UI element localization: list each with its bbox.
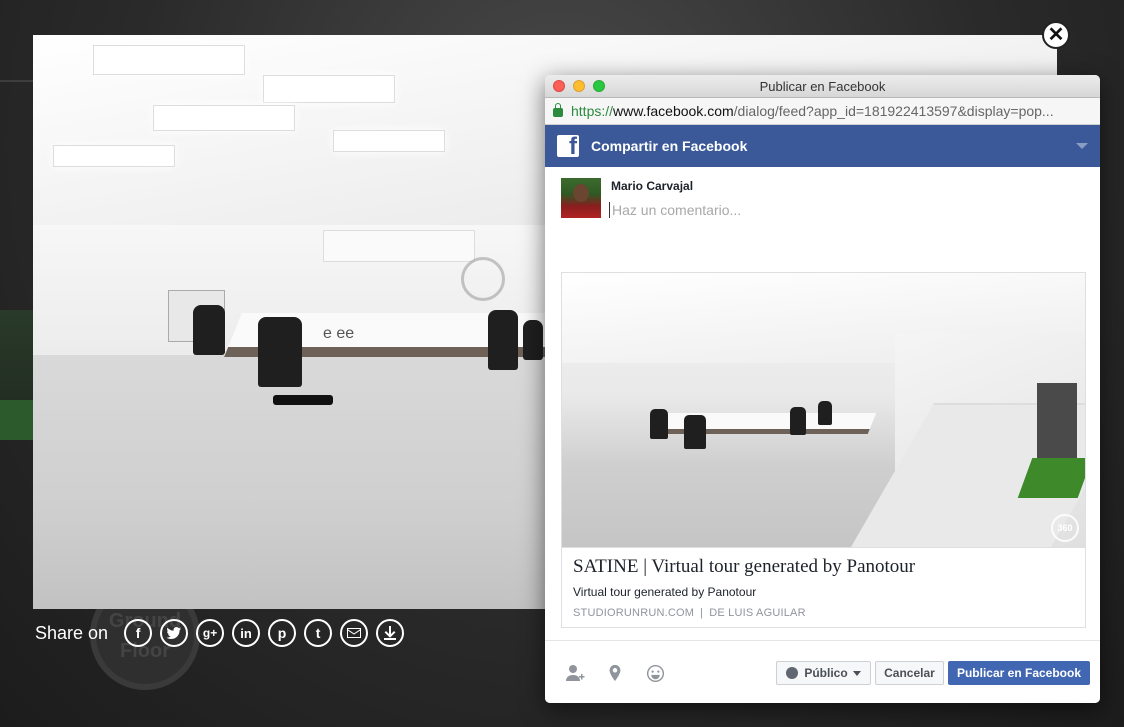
preview-description: Virtual tour generated by Panotour xyxy=(573,585,757,599)
chevron-down-icon[interactable] xyxy=(1076,143,1088,149)
preview-chair xyxy=(818,401,832,425)
comment-input[interactable] xyxy=(609,202,1082,218)
google-plus-icon[interactable]: g+ xyxy=(196,619,225,647)
scene-chair xyxy=(523,320,543,360)
share-label: Share on xyxy=(35,622,109,643)
scene-chair-base xyxy=(273,395,333,405)
pinterest-icon[interactable]: p xyxy=(268,619,297,647)
post-composer: Mario Carvajal xyxy=(545,167,1100,271)
facebook-logo-icon: f xyxy=(557,135,579,157)
audience-selector[interactable]: Público xyxy=(776,661,871,685)
tag-friends-icon[interactable] xyxy=(565,663,585,683)
twitter-icon[interactable] xyxy=(160,619,189,647)
preview-source: STUDIORUNRUN.COM | DE LUIS AGUILAR xyxy=(573,607,806,619)
backdrop-line xyxy=(0,80,33,82)
url-path: /dialog/feed?app_id=181922413597&display… xyxy=(733,103,1054,119)
lock-icon xyxy=(553,103,563,117)
hotspot-icon[interactable] xyxy=(461,257,505,301)
linkedin-icon[interactable]: in xyxy=(232,619,261,647)
source-domain: STUDIORUNRUN.COM xyxy=(573,607,695,619)
source-author: DE LUIS AGUILAR xyxy=(709,607,806,619)
close-viewer-button[interactable]: ✕ xyxy=(1042,21,1070,49)
ceiling-panel xyxy=(53,145,175,167)
source-separator: | xyxy=(700,607,704,619)
url-host: www.facebook.com xyxy=(613,103,734,119)
tumblr-icon[interactable]: t xyxy=(304,619,333,647)
window-title: Publicar en Facebook xyxy=(759,78,886,94)
publish-button[interactable]: Publicar en Facebook xyxy=(948,661,1090,685)
scene-chair xyxy=(488,310,518,370)
cancel-button[interactable]: Cancelar xyxy=(875,661,944,685)
url-scheme: https:// xyxy=(571,103,614,119)
facebook-header: f Compartir en Facebook xyxy=(545,125,1100,167)
emoji-icon[interactable] xyxy=(645,663,665,683)
globe-icon xyxy=(786,667,799,679)
audience-label: Público xyxy=(804,666,848,680)
chevron-down-icon xyxy=(852,670,861,676)
location-pin-icon[interactable] xyxy=(605,663,625,683)
share-bar: Share on f g+ in p t xyxy=(35,616,412,650)
preview-title: SATINE | Virtual tour generated by Panot… xyxy=(573,556,916,577)
scene-chair xyxy=(193,305,225,355)
ceiling-panel xyxy=(93,45,245,75)
user-name: Mario Carvajal xyxy=(611,179,694,193)
scene-chair xyxy=(258,317,302,387)
preview-chair xyxy=(790,407,806,435)
window-controls xyxy=(553,80,613,92)
dialog-footer: Público Cancelar Publicar en Facebook xyxy=(545,640,1100,703)
preview-image: 360 xyxy=(562,273,1085,548)
close-window-button[interactable] xyxy=(553,80,565,92)
link-preview-card[interactable]: 360 SATINE | Virtual tour generated by P… xyxy=(561,272,1086,628)
preview-sign xyxy=(1037,383,1077,463)
maximize-window-button[interactable] xyxy=(593,80,605,92)
header-title: Compartir en Facebook xyxy=(591,138,748,154)
download-icon[interactable] xyxy=(376,619,405,647)
window-titlebar: Publicar en Facebook xyxy=(545,75,1100,98)
ceiling-panel xyxy=(263,75,395,103)
address-bar[interactable]: https://www.facebook.com/dialog/feed?app… xyxy=(545,98,1100,125)
preview-chair xyxy=(650,409,668,439)
close-icon: ✕ xyxy=(1047,24,1065,46)
ceiling-panel xyxy=(333,130,445,152)
minimize-window-button[interactable] xyxy=(573,80,585,92)
backdrop-grass xyxy=(0,400,34,440)
scene-window xyxy=(323,230,475,262)
ceiling-panel xyxy=(153,105,295,131)
avatar xyxy=(561,178,601,218)
facebook-share-popup: Publicar en Facebook https://www.faceboo… xyxy=(545,75,1100,703)
360-badge-icon: 360 xyxy=(1051,514,1079,542)
scene-logo-mark: e ee xyxy=(323,325,355,342)
preview-chair xyxy=(684,415,706,449)
facebook-icon[interactable]: f xyxy=(124,619,153,647)
mail-icon[interactable] xyxy=(340,619,369,647)
